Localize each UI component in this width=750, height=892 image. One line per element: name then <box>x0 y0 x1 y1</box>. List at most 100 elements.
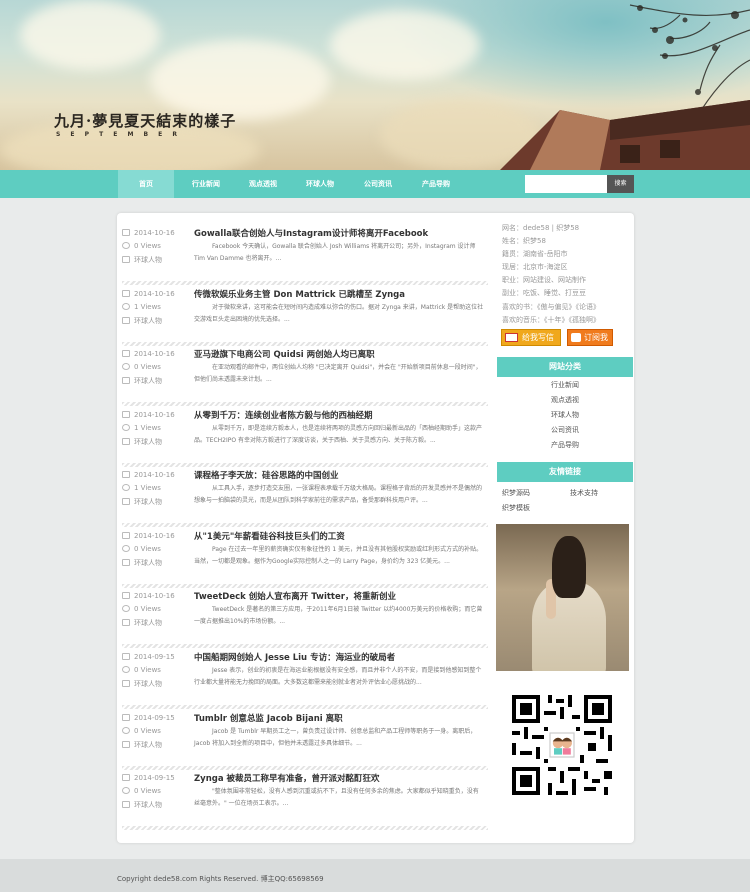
post-excerpt: Jesse 表示，创业的初衷是在海运业能根据没有安全感，而且并非个人的不安，而是… <box>194 667 482 686</box>
post-date: 2014-09-15 <box>122 774 192 782</box>
profile-info: 网名：dede58 | 织梦58 姓名：织梦58 籍贯：湖南省-岳阳市 现居：北… <box>502 222 632 327</box>
banner-cloud <box>330 10 480 80</box>
profile-line: 职业：网站建设、网站制作 <box>502 276 586 285</box>
nav-item-opinion[interactable]: 观点透视 <box>235 170 291 198</box>
post-title[interactable]: 亚马逊旗下电商公司 Quidsi 两创始人均已离职 <box>194 348 375 360</box>
post-divider <box>122 766 488 770</box>
eye-icon <box>122 545 130 552</box>
post-title[interactable]: Gowalla联合创始人与Instagram设计师将离开Facebook <box>194 227 428 239</box>
post-date: 2014-10-16 <box>122 592 192 600</box>
folder-icon <box>122 801 130 808</box>
nav-item-industry-news[interactable]: 行业新闻 <box>178 170 234 198</box>
post-excerpt: 在亚动观看的邮件中，两位创始人均称 "已决定离开 Quidsi"，并会在 "开始… <box>194 364 482 383</box>
post-title[interactable]: 传微软娱乐业务主管 Don Mattrick 已跳槽至 Zynga <box>194 288 405 300</box>
post-item: 2014-10-16 0 Views 环球人物 Gowalla联合创始人与Ins… <box>122 227 488 287</box>
profile-line: 姓名：织梦58 <box>502 237 546 246</box>
post-divider <box>122 342 488 346</box>
eye-icon <box>122 303 130 310</box>
write-mail-button[interactable]: 给我写信 <box>501 329 561 346</box>
post-views: 0 Views <box>122 666 192 674</box>
post-title[interactable]: 从"1美元"年薪看硅谷科技巨头们的工资 <box>194 530 345 542</box>
post-divider <box>122 523 488 527</box>
profile-line: 现居：北京市-海淀区 <box>502 263 568 272</box>
folder-icon <box>122 256 130 263</box>
post-category[interactable]: 环球人物 <box>122 558 192 568</box>
post-title[interactable]: 中国船期网创始人 Jesse Liu 专访：海运业的破局者 <box>194 651 395 663</box>
search-button[interactable]: 搜索 <box>607 175 634 193</box>
category-link-people[interactable]: 环球人物 <box>497 410 633 420</box>
eye-icon <box>122 363 130 370</box>
calendar-icon <box>122 532 130 539</box>
friend-link[interactable]: 技术支持 <box>570 488 598 498</box>
site-subtitle: S E P T E M B E R <box>56 131 181 138</box>
friend-link[interactable]: 织梦源码 <box>502 488 530 498</box>
category-heading: 网站分类 <box>497 357 633 377</box>
sidebar-photo <box>496 524 629 671</box>
category-link-products[interactable]: 产品导购 <box>497 440 633 450</box>
post-category[interactable]: 环球人物 <box>122 740 192 750</box>
post-excerpt: 从零到千万，即是连续方毅本人，也是连续将两项的灵感方向回归最新出品的「西柚经期助… <box>194 425 483 444</box>
category-link-industry-news[interactable]: 行业新闻 <box>497 380 633 390</box>
post-title[interactable]: 从零到千万：连续创业者陈方毅与他的西柚经期 <box>194 409 373 421</box>
post-item: 2014-10-16 0 Views 环球人物 从"1美元"年薪看硅谷科技巨头们… <box>122 530 488 590</box>
post-divider <box>122 826 488 830</box>
post-category[interactable]: 环球人物 <box>122 618 192 628</box>
post-views: 1 Views <box>122 303 192 311</box>
category-link-company[interactable]: 公司资讯 <box>497 425 633 435</box>
post-title[interactable]: Tumblr 创意总监 Jacob Bijani 离职 <box>194 712 343 724</box>
post-title[interactable]: Zynga 被裁员工称早有准备，曾开派对酩酊狂欢 <box>194 772 380 784</box>
post-item: 2014-09-15 0 Views 环球人物 Zynga 被裁员工称早有准备，… <box>122 772 488 832</box>
post-excerpt: "整体氛围非常轻松，没有人感到沉重或抗不下，且没有任何多余的焦虑。大家都似乎知晓… <box>194 788 479 807</box>
header-banner: 九月·夢見夏天結束的樣子 S E P T E M B E R <box>0 0 750 170</box>
nav-item-company[interactable]: 公司资讯 <box>350 170 406 198</box>
post-excerpt: 从工具入手，逐步打造交友圈，一张课程表承载千万级大格局。课程格子背后的开发灵感并… <box>194 485 483 504</box>
qr-code-image <box>508 690 616 800</box>
post-category[interactable]: 环球人物 <box>122 800 192 810</box>
main-nav: 首页 行业新闻 观点透视 环球人物 公司资讯 产品导购 <box>0 170 750 198</box>
post-excerpt: Jacob 是 Tumblr 早期员工之一，曾负责过设计师、创意总监和产品工程师… <box>194 728 477 747</box>
post-category[interactable]: 环球人物 <box>122 497 192 507</box>
friend-link[interactable]: 织梦模板 <box>502 503 530 513</box>
subscribe-button[interactable]: 订阅我 <box>567 329 613 346</box>
post-item: 2014-10-16 0 Views 环球人物 亚马逊旗下电商公司 Quidsi… <box>122 348 488 408</box>
post-date: 2014-10-16 <box>122 471 192 479</box>
post-divider <box>122 584 488 588</box>
post-views: 0 Views <box>122 545 192 553</box>
nav-item-home[interactable]: 首页 <box>118 170 174 198</box>
search-input[interactable] <box>525 175 607 193</box>
calendar-icon <box>122 229 130 236</box>
post-category[interactable]: 环球人物 <box>122 255 192 265</box>
post-divider <box>122 644 488 648</box>
post-views: 0 Views <box>122 605 192 613</box>
profile-line: 籍贯：湖南省-岳阳市 <box>502 250 568 259</box>
folder-icon <box>122 741 130 748</box>
category-link-opinion[interactable]: 观点透视 <box>497 395 633 405</box>
profile-line: 喜欢的音乐：《十年》《孤独啊》 <box>502 315 600 324</box>
post-category[interactable]: 环球人物 <box>122 316 192 326</box>
post-date: 2014-10-16 <box>122 532 192 540</box>
nav-item-people[interactable]: 环球人物 <box>292 170 348 198</box>
folder-icon <box>122 317 130 324</box>
nav-item-products[interactable]: 产品导购 <box>408 170 464 198</box>
post-category[interactable]: 环球人物 <box>122 437 192 447</box>
friend-links-heading: 友情链接 <box>497 462 633 482</box>
post-date: 2014-10-16 <box>122 411 192 419</box>
post-title[interactable]: TweetDeck 创始人宣布离开 Twitter，将重新创业 <box>194 590 396 602</box>
post-item: 2014-10-16 1 Views 环球人物 课程格子李天放：硅谷思路的中国创… <box>122 469 488 529</box>
post-title[interactable]: 课程格子李天放：硅谷思路的中国创业 <box>194 469 339 481</box>
post-category[interactable]: 环球人物 <box>122 376 192 386</box>
post-category[interactable]: 环球人物 <box>122 679 192 689</box>
eye-icon <box>122 605 130 612</box>
footer-copyright: Copyright dede58.com Rights Reserved. 博主… <box>117 875 324 883</box>
post-date: 2014-10-16 <box>122 290 192 298</box>
roof-image <box>500 100 750 170</box>
post-excerpt: Page 在过去一年里的薪资确实仅有象征性的 1 美元，并且没有其他股权奖励或红… <box>194 546 483 565</box>
folder-icon <box>122 377 130 384</box>
calendar-icon <box>122 653 130 660</box>
post-item: 2014-10-16 1 Views 环球人物 传微软娱乐业务主管 Don Ma… <box>122 288 488 348</box>
post-date: 2014-09-15 <box>122 653 192 661</box>
profile-line: 喜欢的书：《傲与偏见》《论语》 <box>502 302 600 311</box>
folder-icon <box>122 559 130 566</box>
profile-line: 副业：吃饭、睡觉、打豆豆 <box>502 289 586 298</box>
folder-icon <box>122 438 130 445</box>
